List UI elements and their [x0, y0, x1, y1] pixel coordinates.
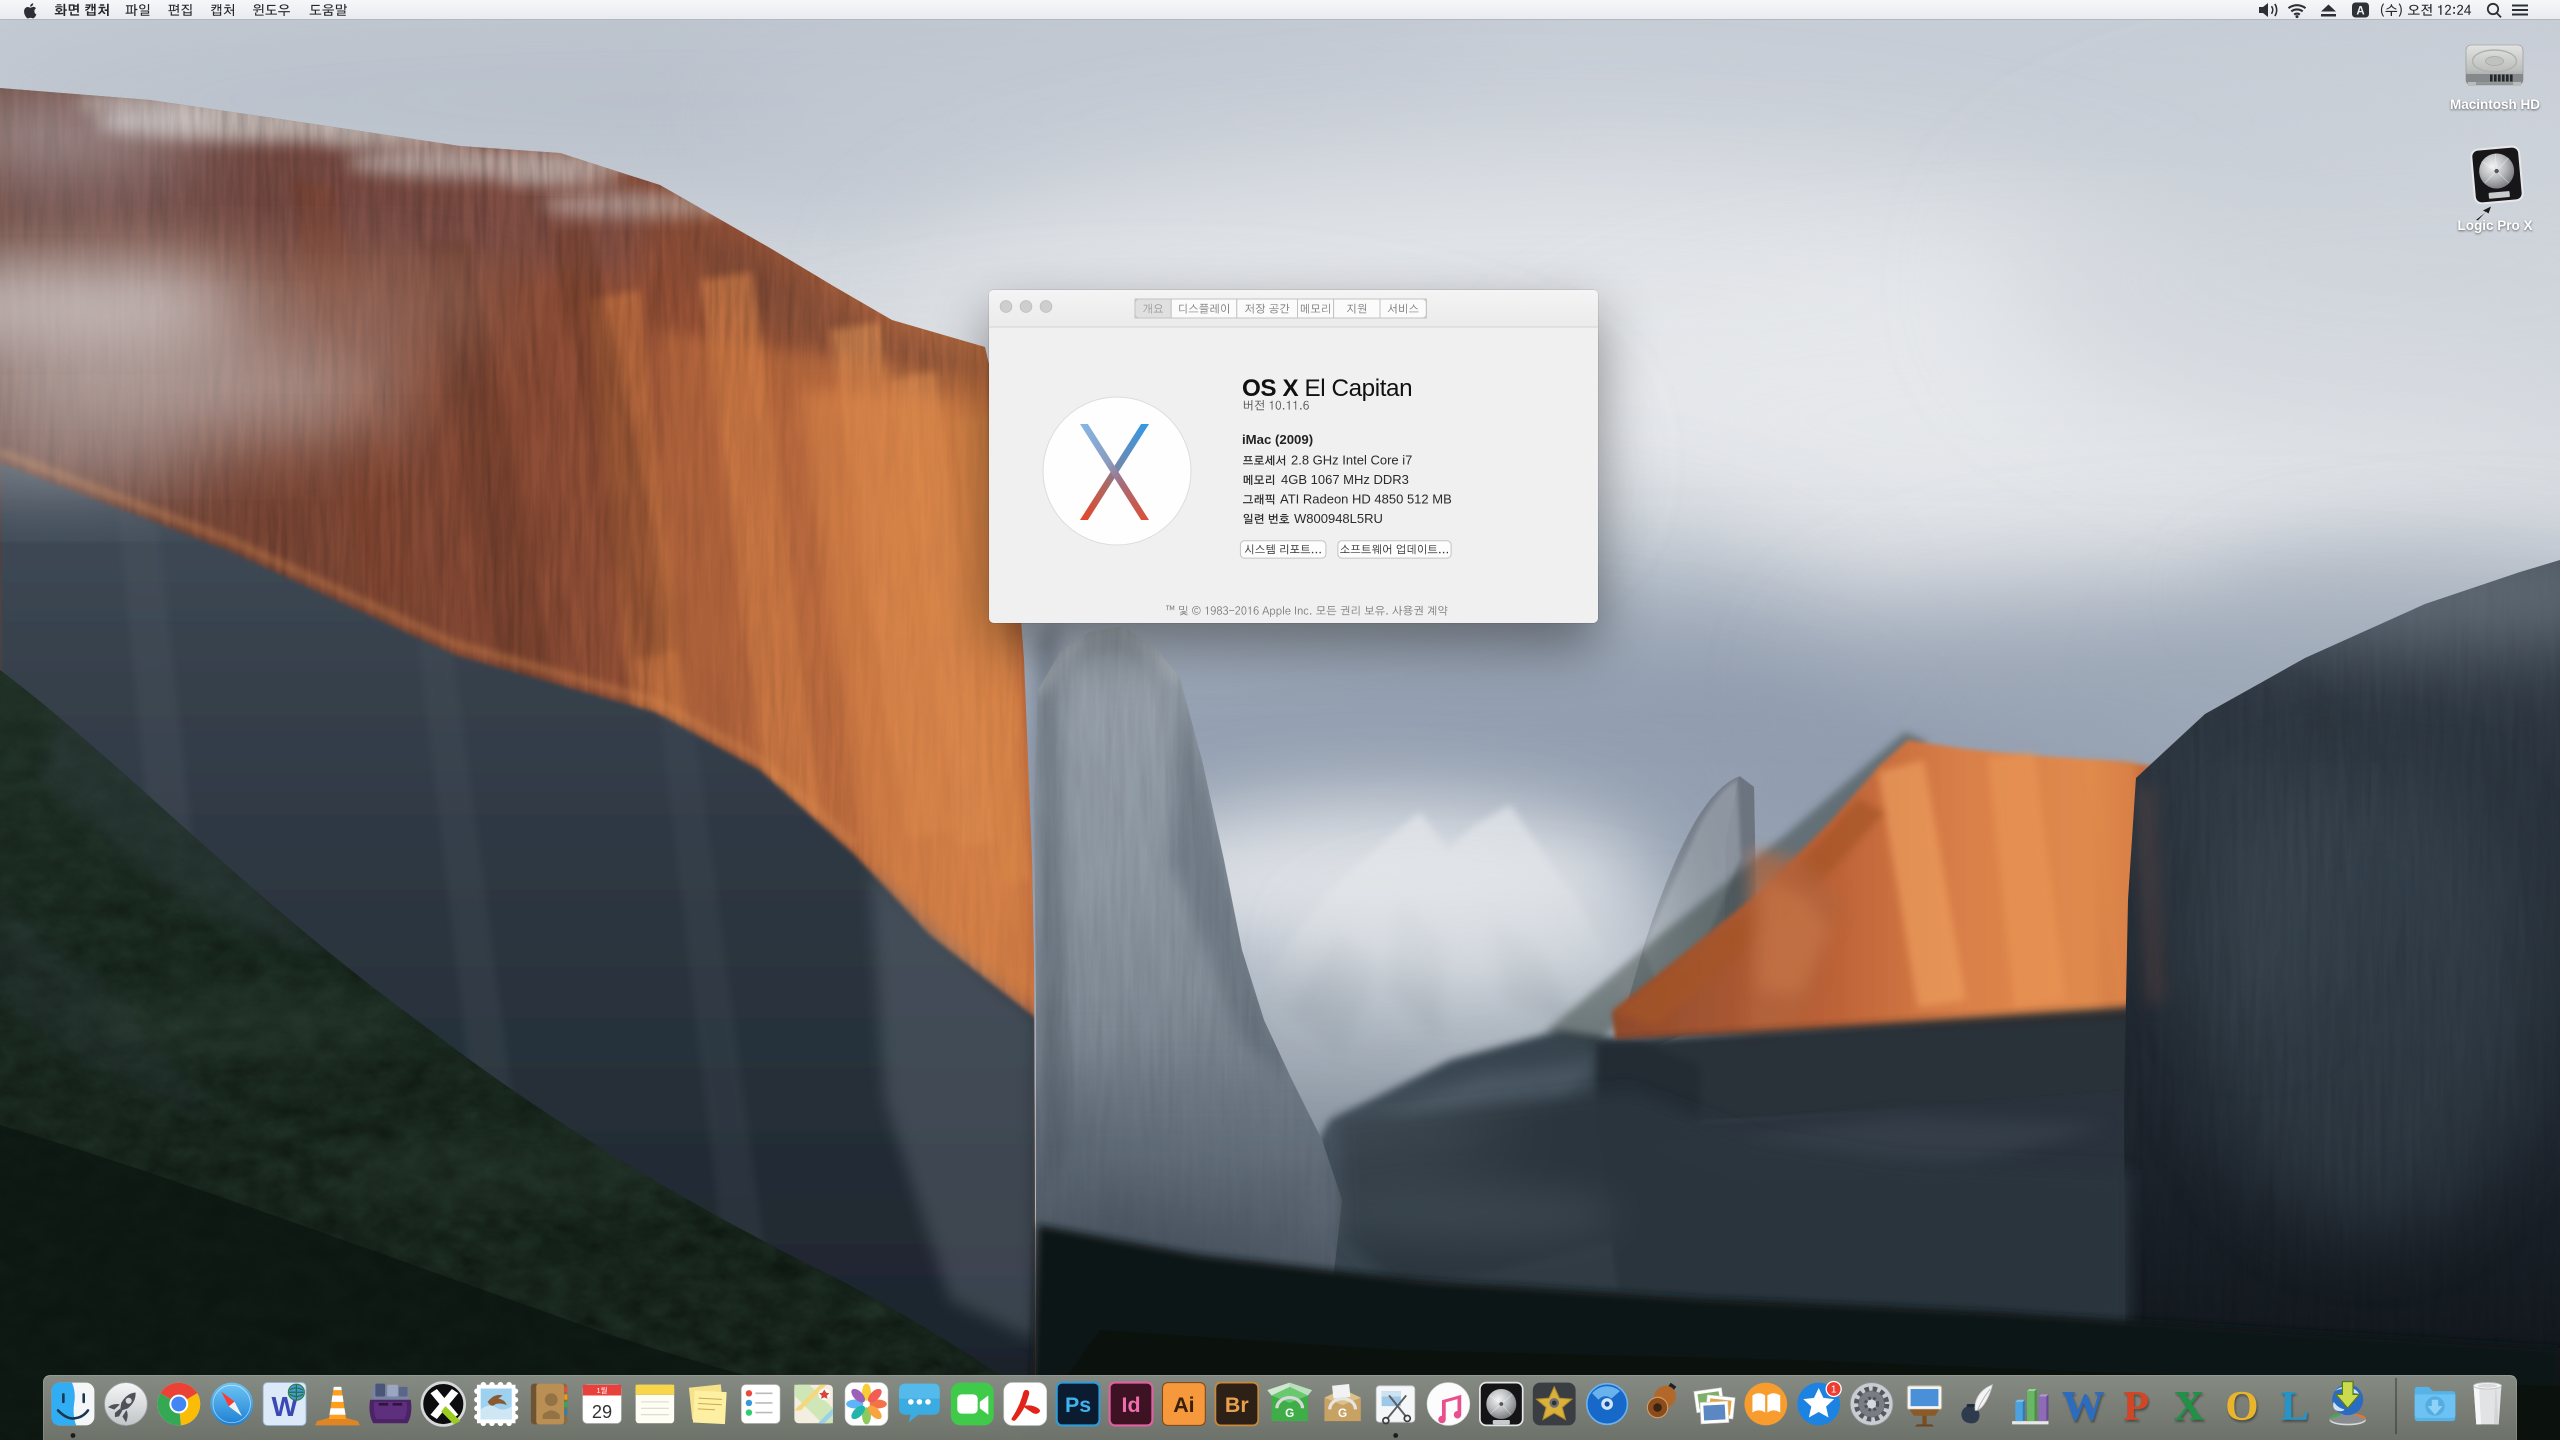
svg-text:1월: 1월: [596, 1385, 607, 1395]
svg-text:G: G: [1285, 1407, 1294, 1420]
svg-text:Ai: Ai: [1173, 1393, 1194, 1417]
svg-text:G: G: [1338, 1407, 1347, 1420]
svg-text:Br: Br: [1225, 1393, 1249, 1417]
svg-text:P: P: [2123, 1383, 2149, 1430]
svg-text:29: 29: [592, 1402, 612, 1422]
svg-text:X: X: [2174, 1383, 2205, 1430]
svg-text:OS X El Capitan: OS X El Capitan: [1242, 375, 1412, 402]
svg-text:4GB 1067 MHz DDR3: 4GB 1067 MHz DDR3: [1281, 472, 1409, 487]
svg-text:iMac (2009): iMac (2009): [1242, 432, 1313, 447]
svg-text:Ps: Ps: [1065, 1393, 1091, 1417]
svg-text:2.8 GHz Intel Core i7: 2.8 GHz Intel Core i7: [1291, 453, 1412, 468]
svg-text:1: 1: [1831, 1385, 1837, 1396]
svg-text:W: W: [2062, 1383, 2105, 1430]
svg-text:A: A: [2356, 5, 2364, 17]
svg-text:ATI Radeon HD 4850 512 MB: ATI Radeon HD 4850 512 MB: [1280, 492, 1452, 507]
svg-text:Logic Pro X: Logic Pro X: [2457, 218, 2532, 233]
svg-text:Macintosh HD: Macintosh HD: [2450, 97, 2540, 112]
svg-text:L: L: [2281, 1383, 2310, 1430]
svg-text:W800948L5RU: W800948L5RU: [1294, 511, 1383, 526]
svg-text:O: O: [2225, 1383, 2258, 1430]
svg-text:Id: Id: [1121, 1393, 1140, 1417]
